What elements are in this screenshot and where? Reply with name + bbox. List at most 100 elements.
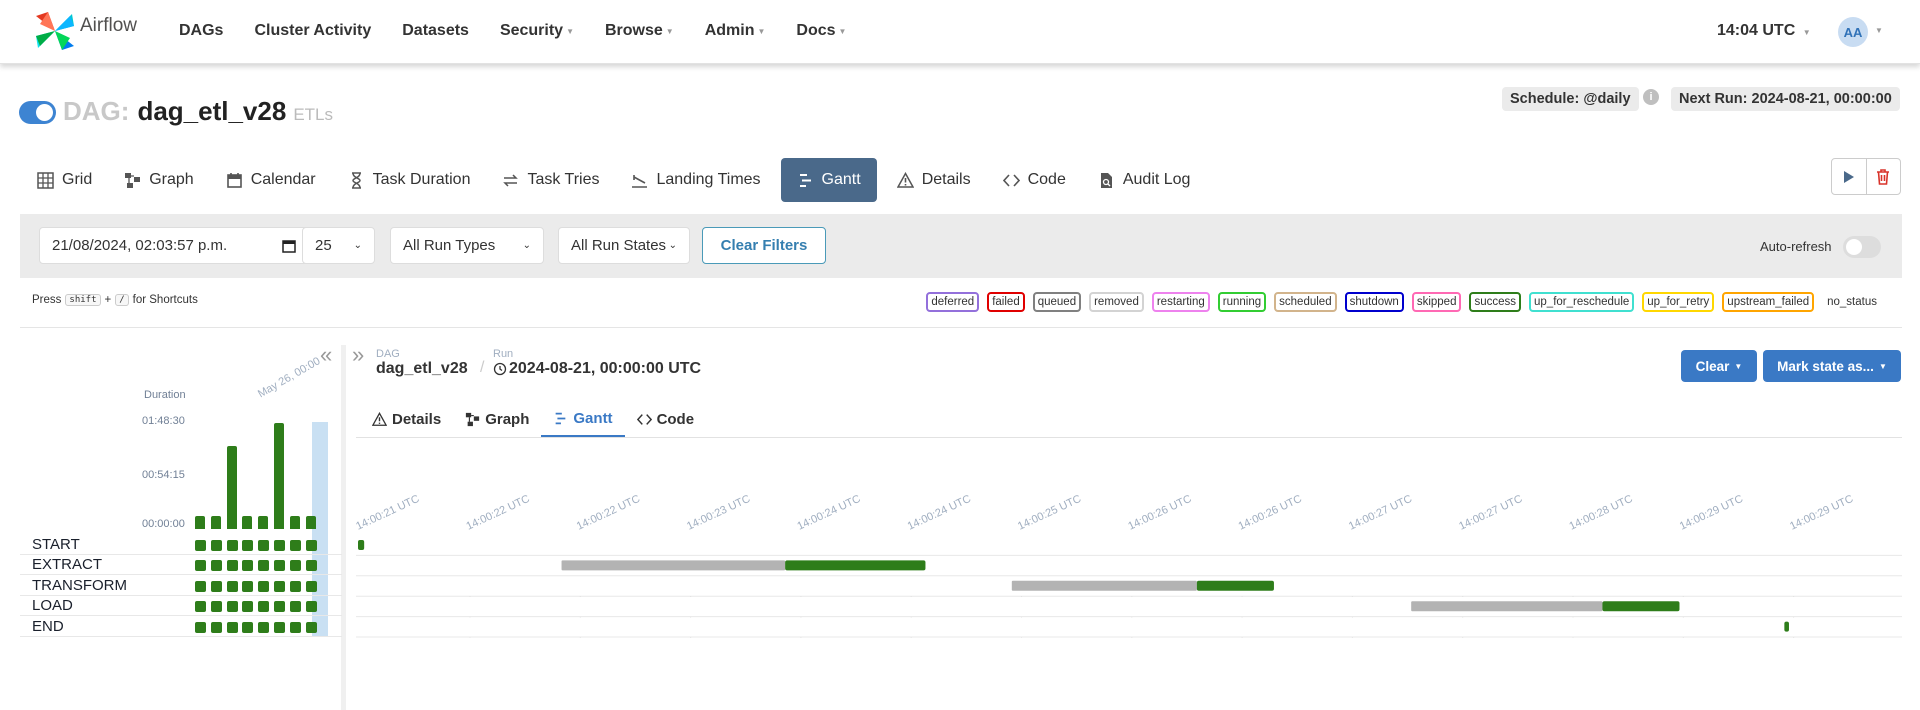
task-instance-cell[interactable] [305, 560, 317, 572]
task-instance-cell[interactable] [242, 621, 254, 633]
legend-failed[interactable]: failed [987, 292, 1025, 312]
gantt-task-bar[interactable] [785, 560, 926, 571]
legend-deferred[interactable]: deferred [926, 292, 980, 312]
collapse-grid-icon[interactable]: « [320, 344, 332, 366]
run-bar[interactable] [258, 516, 269, 529]
legend-running[interactable]: running [1217, 292, 1267, 312]
expand-details-icon[interactable]: » [352, 344, 364, 366]
tab-code[interactable]: Code [991, 158, 1078, 202]
task-instance-cell[interactable] [242, 560, 254, 572]
run-bar[interactable] [274, 423, 284, 529]
run-state-select[interactable]: All Run States ⌄ [558, 227, 690, 264]
tab-details[interactable]: Details [885, 158, 983, 202]
task-instance-cell[interactable] [258, 580, 270, 592]
task-instance-cell[interactable] [210, 560, 222, 572]
run-bar[interactable] [289, 516, 300, 529]
trigger-dag-button[interactable] [1832, 159, 1866, 194]
legend-up-for-reschedule[interactable]: up_for_reschedule [1529, 292, 1635, 312]
run-bar[interactable] [195, 516, 205, 529]
task-instance-cell[interactable] [242, 601, 254, 613]
task-instance-cell[interactable] [289, 560, 301, 572]
task-instance-cell[interactable] [289, 580, 301, 592]
nav-item-datasets[interactable]: Datasets [402, 22, 469, 40]
task-instance-cell[interactable] [274, 621, 285, 633]
run-type-select[interactable]: All Run Types ⌄ [390, 227, 544, 264]
gantt-queued-bar[interactable] [1411, 601, 1603, 612]
legend-scheduled[interactable]: scheduled [1274, 292, 1337, 312]
run-bar[interactable] [242, 516, 253, 529]
clear-filters-button[interactable]: Clear Filters [702, 227, 826, 264]
task-instance-cell[interactable] [210, 601, 222, 613]
task-instance-cell[interactable] [195, 621, 206, 633]
tab-task-duration[interactable]: Task Duration [336, 158, 483, 202]
panel-splitter[interactable] [341, 345, 346, 710]
subtab-gantt[interactable]: Gantt [541, 402, 625, 437]
tab-calendar[interactable]: Calendar [214, 158, 328, 202]
task-instance-cell[interactable] [195, 540, 206, 551]
task-instance-cell[interactable] [289, 601, 301, 613]
legend-no-status[interactable]: no_status [1822, 292, 1882, 312]
tab-audit-log[interactable]: Audit Log [1086, 158, 1203, 202]
mark-state-button[interactable]: Mark state as... ▼ [1763, 350, 1901, 382]
airflow-logo[interactable]: Airflow [34, 10, 137, 52]
nav-item-security[interactable]: Security ▼ [500, 22, 574, 40]
gantt-task-bar[interactable] [358, 540, 365, 550]
task-instance-cell[interactable] [195, 580, 206, 592]
legend-success[interactable]: success [1469, 292, 1522, 312]
dag-tag[interactable]: ETLs [293, 105, 333, 125]
task-instance-cell[interactable] [274, 560, 285, 572]
gantt-queued-bar[interactable] [1011, 580, 1197, 591]
task-instance-cell[interactable] [305, 580, 317, 592]
dag-pause-toggle[interactable] [19, 101, 56, 124]
clear-run-button[interactable]: Clear ▼ [1681, 350, 1757, 382]
breadcrumb-dag[interactable]: dag_etl_v28 [376, 360, 468, 378]
task-instance-cell[interactable] [210, 621, 222, 633]
gantt-queued-bar[interactable] [561, 560, 786, 571]
legend-shutdown[interactable]: shutdown [1344, 292, 1404, 312]
run-bar[interactable] [305, 516, 316, 529]
task-instance-cell[interactable] [258, 560, 270, 572]
info-icon[interactable]: i [1643, 89, 1659, 105]
autorefresh-toggle[interactable] [1843, 236, 1881, 258]
avatar[interactable]: AA [1838, 17, 1868, 47]
tab-task-tries[interactable]: Task Tries [490, 158, 611, 202]
task-instance-cell[interactable] [226, 580, 238, 592]
tab-graph[interactable]: Graph [112, 158, 205, 202]
nav-item-dags[interactable]: DAGs [179, 22, 223, 40]
gantt-task-bar[interactable] [1196, 580, 1274, 591]
task-instance-cell[interactable] [274, 601, 285, 613]
subtab-code[interactable]: Code [625, 402, 707, 437]
task-instance-cell[interactable] [226, 601, 238, 613]
run-bar[interactable] [210, 516, 221, 529]
task-instance-cell[interactable] [289, 540, 301, 551]
task-instance-cell[interactable] [242, 580, 254, 592]
task-instance-cell[interactable] [226, 540, 238, 551]
legend-queued[interactable]: queued [1032, 292, 1082, 312]
task-instance-cell[interactable] [195, 560, 206, 572]
task-instance-cell[interactable] [226, 560, 238, 572]
num-runs-select[interactable]: 25 ⌄ [302, 227, 375, 264]
breadcrumb-run[interactable]: 2024-08-21, 00:00:00 UTC [493, 360, 701, 378]
task-instance-cell[interactable] [226, 621, 238, 633]
run-bar[interactable] [226, 446, 237, 529]
legend-removed[interactable]: removed [1089, 292, 1144, 312]
tab-grid[interactable]: Grid [25, 158, 104, 202]
subtab-details[interactable]: Details [360, 402, 453, 437]
task-instance-cell[interactable] [274, 580, 285, 592]
gantt-task-bar[interactable] [1602, 601, 1680, 612]
nav-item-admin[interactable]: Admin ▼ [705, 22, 766, 40]
task-instance-cell[interactable] [258, 601, 270, 613]
task-instance-cell[interactable] [258, 540, 270, 551]
nav-item-docs[interactable]: Docs ▼ [796, 22, 846, 40]
tab-landing-times[interactable]: Landing Times [619, 158, 772, 202]
task-instance-cell[interactable] [210, 540, 222, 551]
task-instance-cell[interactable] [258, 621, 270, 633]
execution-date-input[interactable]: 21/08/2024, 02:03:57 p.m. [39, 227, 309, 264]
chevron-down-icon[interactable]: ▼ [1875, 26, 1883, 35]
legend-up-for-retry[interactable]: up_for_retry [1642, 292, 1715, 312]
legend-upstream-failed[interactable]: upstream_failed [1722, 292, 1815, 312]
gantt-task-bar[interactable] [1784, 621, 1789, 632]
task-instance-cell[interactable] [242, 540, 254, 551]
task-instance-cell[interactable] [305, 621, 317, 633]
task-instance-cell[interactable] [289, 621, 301, 633]
